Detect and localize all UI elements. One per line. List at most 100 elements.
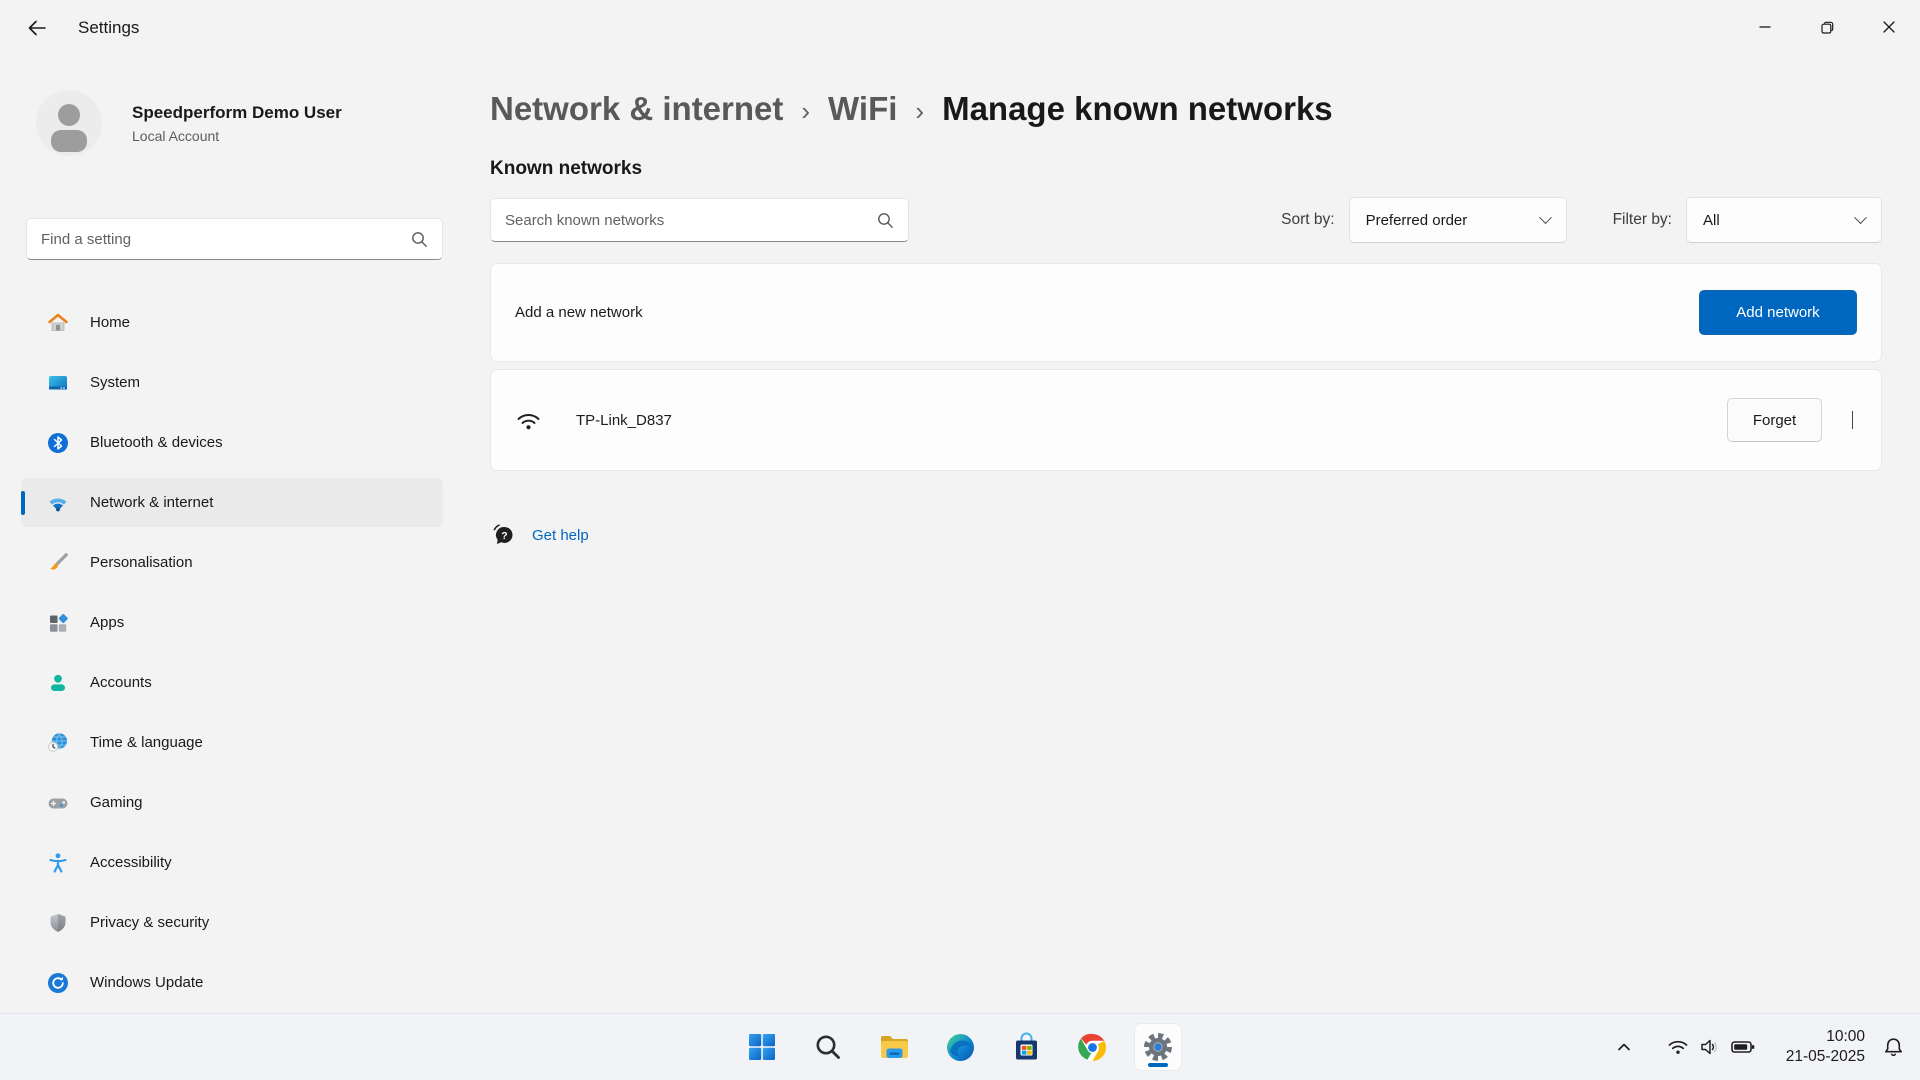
search-known-networks-input[interactable] [491,212,877,229]
microsoft-store-icon [1010,1031,1043,1064]
close-button[interactable] [1858,0,1920,54]
sidebar-item-time-language[interactable]: Time & language [21,718,443,767]
user-profile[interactable]: Speedperform Demo User Local Account [36,90,342,156]
sidebar: Speedperform Demo User Local Account Hom… [0,56,455,1013]
accounts-icon [46,671,70,695]
file-explorer-icon [878,1031,911,1064]
volume-icon [1698,1035,1722,1059]
add-network-card: Add a new network Add network [490,263,1882,362]
breadcrumb-wifi[interactable]: WiFi [828,90,897,128]
gaming-icon [46,791,70,815]
back-button[interactable] [20,11,54,45]
avatar [36,90,102,156]
sidebar-item-gaming[interactable]: Gaming [21,778,443,827]
sidebar-item-network-internet[interactable]: Network & internet [21,478,443,527]
chrome-button[interactable] [1068,1023,1116,1071]
sort-by-dropdown[interactable]: Preferred order [1349,197,1567,243]
breadcrumb: Network & internet › WiFi › Manage known… [490,90,1882,128]
window-controls [1734,0,1920,54]
get-help-link[interactable]: ? Get help [490,522,589,548]
settings-gear-icon [1141,1030,1175,1064]
sidebar-item-personalisation[interactable]: Personalisation [21,538,443,587]
start-button[interactable] [738,1023,786,1071]
app-title: Settings [78,18,139,38]
find-a-setting-input[interactable] [27,231,411,248]
search-icon [411,231,428,248]
edge-button[interactable] [936,1023,984,1071]
sort-by-label: Sort by: [1281,211,1334,229]
section-title: Known networks [490,158,1882,180]
settings-button[interactable] [1134,1023,1182,1071]
battery-icon [1730,1035,1756,1059]
minimize-icon [1758,20,1772,34]
personalisation-icon [46,551,70,575]
tray-date: 21-05-2025 [1786,1047,1865,1067]
list-controls-row: Sort by: Preferred order Filter by: All [490,197,1882,243]
bluetooth-icon [46,431,70,455]
user-name: Speedperform Demo User [132,103,342,123]
search-icon [877,212,894,229]
chevron-up-icon[interactable] [1608,1031,1640,1063]
sidebar-item-system[interactable]: System [21,358,443,407]
restore-icon [1820,20,1835,35]
network-name: TP-Link_D837 [576,412,672,429]
start-icon [746,1031,778,1063]
network-icon [46,491,70,515]
filter-by-label: Filter by: [1613,211,1672,229]
clock[interactable]: 10:00 21-05-2025 [1786,1027,1865,1067]
system-icon [46,371,70,395]
windows-update-icon [46,971,70,995]
chevron-right-icon[interactable] [1852,411,1853,429]
accessibility-icon [46,851,70,875]
close-icon [1882,20,1896,34]
active-app-indicator [1148,1063,1168,1067]
sidebar-item-privacy-security[interactable]: Privacy & security [21,898,443,947]
forget-button[interactable]: Forget [1727,398,1822,442]
privacy-security-icon [46,911,70,935]
sidebar-item-accessibility[interactable]: Accessibility [21,838,443,887]
home-icon [46,311,70,335]
chrome-icon [1076,1031,1109,1064]
microsoft-store-button[interactable] [1002,1023,1050,1071]
help-bubble-icon: ? [490,522,516,548]
titlebar: Settings [0,0,1920,56]
taskbar-icons [738,1023,1182,1071]
search-known-networks-box[interactable] [490,198,909,242]
notification-bell-icon[interactable] [1881,1035,1906,1060]
time-language-icon [46,731,70,755]
add-network-label: Add a new network [515,304,643,321]
back-arrow-icon [26,17,48,39]
maximize-button[interactable] [1796,0,1858,54]
breadcrumb-separator: › [801,96,810,127]
chevron-down-icon [1854,211,1867,224]
selected-indicator [21,491,25,515]
sidebar-item-windows-update[interactable]: Windows Update [21,958,443,1007]
chevron-down-icon [1539,211,1552,224]
sidebar-item-bluetooth-devices[interactable]: Bluetooth & devices [21,418,443,467]
network-volume-battery-group[interactable] [1666,1035,1756,1059]
file-explorer-button[interactable] [870,1023,918,1071]
known-network-row[interactable]: TP-Link_D837 Forget [490,369,1882,471]
sidebar-item-home[interactable]: Home [21,298,443,347]
add-network-button[interactable]: Add network [1699,290,1857,335]
taskbar: 10:00 21-05-2025 [0,1013,1920,1080]
filter-by-dropdown[interactable]: All [1686,197,1882,243]
minimize-button[interactable] [1734,0,1796,54]
find-a-setting-searchbox[interactable] [26,218,443,260]
wifi-icon [515,407,542,434]
wifi-icon [1666,1035,1690,1059]
search-icon [813,1032,843,1062]
sidebar-nav: Home System Bluetooth & devices Network … [21,298,443,1018]
sidebar-item-apps[interactable]: Apps [21,598,443,647]
taskbar-search-button[interactable] [804,1023,852,1071]
svg-text:?: ? [501,530,507,542]
sidebar-item-accounts[interactable]: Accounts [21,658,443,707]
user-account-type: Local Account [132,128,342,144]
system-tray: 10:00 21-05-2025 [1608,1014,1906,1080]
breadcrumb-separator: › [915,96,924,127]
main-content: Network & internet › WiFi › Manage known… [490,56,1882,548]
tray-time: 10:00 [1786,1027,1865,1047]
edge-icon [944,1031,977,1064]
page-title: Manage known networks [942,90,1333,128]
breadcrumb-network-internet[interactable]: Network & internet [490,90,783,128]
